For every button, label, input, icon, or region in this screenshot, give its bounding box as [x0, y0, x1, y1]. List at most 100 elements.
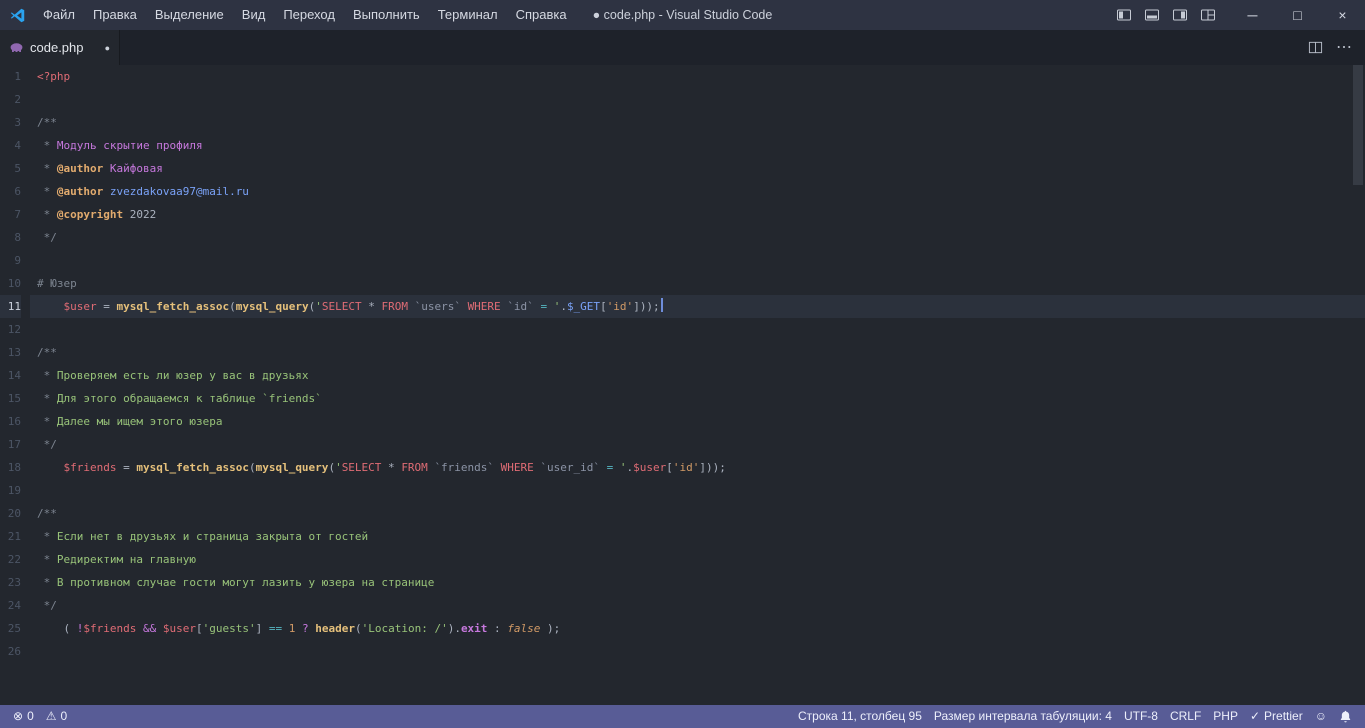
layout-controls: [1110, 0, 1222, 30]
line-number-3[interactable]: 3: [0, 111, 21, 134]
editor: 1234567891011121314151617181920212223242…: [0, 65, 1365, 705]
line-number-5[interactable]: 5: [0, 157, 21, 180]
code-line-17[interactable]: */: [30, 433, 1365, 456]
toggle-primary-sidebar-icon[interactable]: [1110, 0, 1138, 30]
line-number-9[interactable]: 9: [0, 249, 21, 272]
menu-item-help[interactable]: Справка: [507, 0, 576, 30]
code-line-21[interactable]: * Если нет в друзьях и страница закрыта …: [30, 525, 1365, 548]
menu-item-edit[interactable]: Правка: [84, 0, 146, 30]
code-line-2[interactable]: [30, 88, 1365, 111]
tab-bar: code.php ● ⋯: [0, 30, 1365, 65]
menu-item-go[interactable]: Переход: [274, 0, 344, 30]
code-line-15[interactable]: * Для этого обращаемся к таблице `friend…: [30, 387, 1365, 410]
more-actions-icon[interactable]: ⋯: [1336, 40, 1352, 56]
tab-code-php[interactable]: code.php ●: [0, 30, 120, 65]
status-notifications[interactable]: [1333, 705, 1358, 728]
status-encoding[interactable]: UTF-8: [1118, 705, 1164, 728]
line-number-18[interactable]: 18: [0, 456, 21, 479]
code-line-22[interactable]: * Редиректим на главную: [30, 548, 1365, 571]
line-number-21[interactable]: 21: [0, 525, 21, 548]
vscode-logo-icon[interactable]: [0, 0, 34, 30]
warning-icon: ⚠: [46, 705, 57, 728]
status-warnings[interactable]: ⚠0: [40, 705, 73, 728]
code-line-24[interactable]: */: [30, 594, 1365, 617]
code-line-16[interactable]: * Далее мы ищем этого юзера: [30, 410, 1365, 433]
status-label: Строка 11, столбец 95: [798, 705, 922, 728]
code-line-18[interactable]: $friends = mysql_fetch_assoc(mysql_query…: [30, 456, 1365, 479]
menu-item-selection[interactable]: Выделение: [146, 0, 233, 30]
status-indentation[interactable]: Размер интервала табуляции: 4: [928, 705, 1118, 728]
toggle-secondary-sidebar-icon[interactable]: [1166, 0, 1194, 30]
code-line-4[interactable]: * Модуль скрытие профиля: [30, 134, 1365, 157]
line-number-19[interactable]: 19: [0, 479, 21, 502]
code-line-20[interactable]: /**: [30, 502, 1365, 525]
line-number-7[interactable]: 7: [0, 203, 21, 226]
code-line-13[interactable]: /**: [30, 341, 1365, 364]
code-line-25[interactable]: ( !$friends && $user['guests'] == 1 ? he…: [30, 617, 1365, 640]
close-button[interactable]: ×: [1320, 0, 1365, 30]
code-line-5[interactable]: * @author Кайфовая: [30, 157, 1365, 180]
line-number-22[interactable]: 22: [0, 548, 21, 571]
line-number-10[interactable]: 10: [0, 272, 21, 295]
line-number-14[interactable]: 14: [0, 364, 21, 387]
menu-item-file[interactable]: Файл: [34, 0, 84, 30]
code-line-8[interactable]: */: [30, 226, 1365, 249]
status-feedback[interactable]: ☺: [1309, 705, 1333, 728]
line-number-15[interactable]: 15: [0, 387, 21, 410]
split-editor-icon[interactable]: [1308, 40, 1323, 55]
code-line-19[interactable]: [30, 479, 1365, 502]
line-number-23[interactable]: 23: [0, 571, 21, 594]
code-line-14[interactable]: * Проверяем есть ли юзер у вас в друзьях: [30, 364, 1365, 387]
line-number-13[interactable]: 13: [0, 341, 21, 364]
line-number-12[interactable]: 12: [0, 318, 21, 341]
statusbar-left: ⊗0⚠0: [7, 705, 73, 728]
code-line-3[interactable]: /**: [30, 111, 1365, 134]
statusbar-right: Строка 11, столбец 95 Размер интервала та…: [792, 705, 1358, 728]
code-line-11[interactable]: $user = mysql_fetch_assoc(mysql_query('S…: [30, 295, 1365, 318]
status-errors[interactable]: ⊗0: [7, 705, 40, 728]
status-eol[interactable]: CRLF: [1164, 705, 1207, 728]
code-line-10[interactable]: # Юзер: [30, 272, 1365, 295]
line-number-20[interactable]: 20: [0, 502, 21, 525]
line-number-11[interactable]: 11: [0, 295, 21, 318]
status-formatter[interactable]: ✓Prettier: [1244, 705, 1309, 728]
code-line-23[interactable]: * В противном случае гости могут лазить …: [30, 571, 1365, 594]
bell-icon: [1339, 710, 1352, 723]
customize-layout-icon[interactable]: [1194, 0, 1222, 30]
titlebar-right: ─ □ ×: [1110, 0, 1365, 30]
line-number-1[interactable]: 1: [0, 65, 21, 88]
toggle-panel-icon[interactable]: [1138, 0, 1166, 30]
code-line-12[interactable]: [30, 318, 1365, 341]
code-area[interactable]: <?php /** * Модуль скрытие профиля * @aut…: [30, 65, 1365, 705]
line-number-16[interactable]: 16: [0, 410, 21, 433]
line-number-6[interactable]: 6: [0, 180, 21, 203]
line-number-17[interactable]: 17: [0, 433, 21, 456]
php-file-icon: [9, 40, 24, 55]
code-line-9[interactable]: [30, 249, 1365, 272]
code-line-7[interactable]: * @copyright 2022: [30, 203, 1365, 226]
menu-item-run[interactable]: Выполнить: [344, 0, 429, 30]
menu-item-view[interactable]: Вид: [233, 0, 275, 30]
minimize-button[interactable]: ─: [1230, 0, 1275, 30]
status-label: 0: [27, 705, 34, 728]
code-line-26[interactable]: [30, 640, 1365, 663]
menu-item-terminal[interactable]: Терминал: [429, 0, 507, 30]
editor-scrollbar[interactable]: [1351, 65, 1365, 705]
code-line-6[interactable]: * @author zvezdakovaa97@mail.ru: [30, 180, 1365, 203]
maximize-button[interactable]: □: [1275, 0, 1320, 30]
line-number-26[interactable]: 26: [0, 640, 21, 663]
status-language-mode[interactable]: PHP: [1207, 705, 1244, 728]
line-number-25[interactable]: 25: [0, 617, 21, 640]
code-line-1[interactable]: <?php: [30, 65, 1365, 88]
status-cursor-position[interactable]: Строка 11, столбец 95: [792, 705, 928, 728]
line-number-2[interactable]: 2: [0, 88, 21, 111]
feedback-icon: ☺: [1315, 705, 1327, 728]
scrollbar-thumb[interactable]: [1353, 65, 1363, 185]
line-number-24[interactable]: 24: [0, 594, 21, 617]
title-bar: ФайлПравкаВыделениеВидПереходВыполнитьТе…: [0, 0, 1365, 30]
line-number-8[interactable]: 8: [0, 226, 21, 249]
editor-actions: ⋯: [1308, 30, 1365, 65]
line-number-4[interactable]: 4: [0, 134, 21, 157]
modified-dot-icon[interactable]: ●: [105, 43, 110, 53]
gutter: 1234567891011121314151617181920212223242…: [0, 65, 30, 705]
